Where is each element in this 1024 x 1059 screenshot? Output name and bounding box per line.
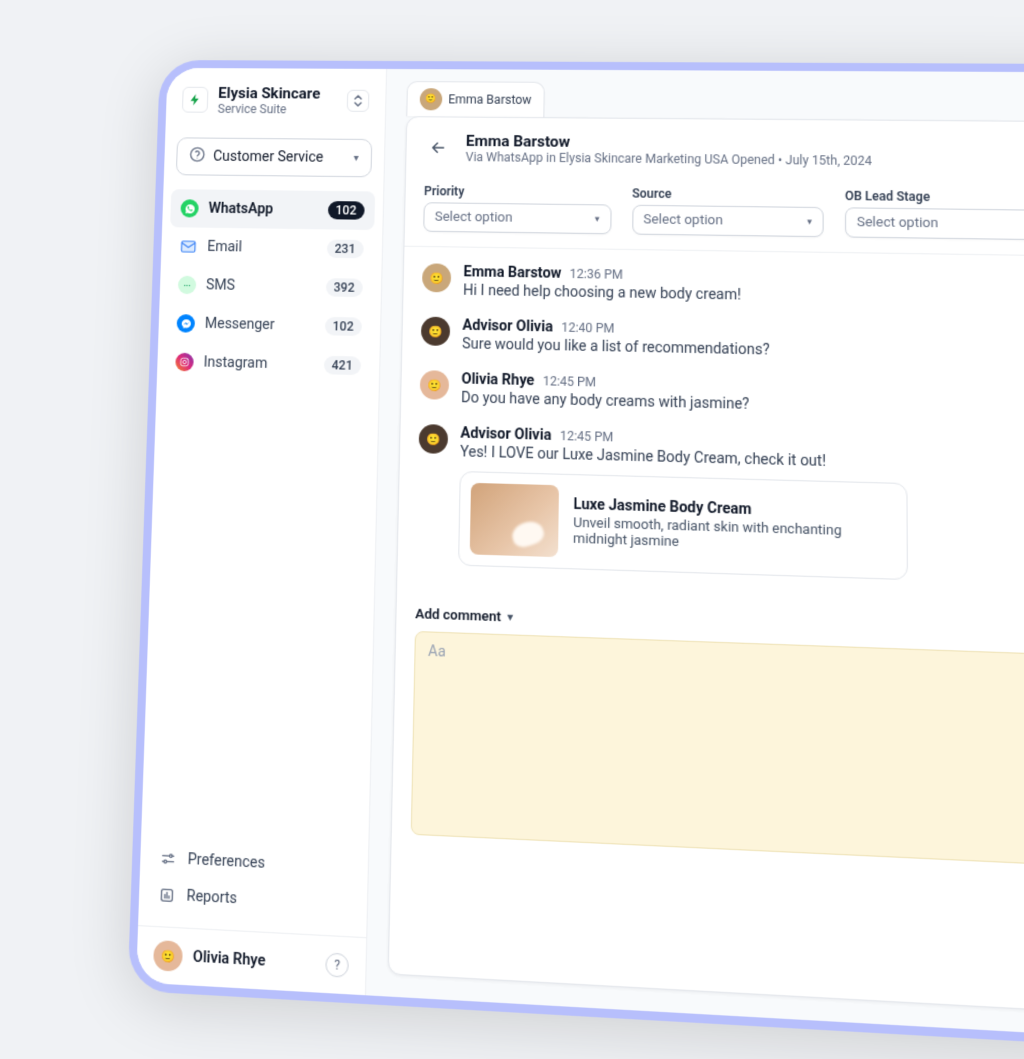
message-author: Advisor Olivia <box>460 425 551 444</box>
conversation-panel: Emma Barstow Via WhatsApp in Elysia Skin… <box>388 116 1024 1025</box>
back-button[interactable] <box>425 134 452 161</box>
avatar: 🙂 <box>421 317 450 346</box>
chevron-down-icon: ▾ <box>807 217 812 227</box>
sidebar-bottom: Preferences Reports <box>138 833 368 937</box>
select-placeholder: Select option <box>643 212 723 229</box>
chevron-down-icon: ▾ <box>353 152 358 163</box>
count-badge: 102 <box>324 317 362 336</box>
help-button[interactable]: ? <box>325 952 349 977</box>
message-author: Olivia Rhye <box>461 371 534 389</box>
message: 🙂 Emma Barstow 12:36 PM Hi I need help c… <box>422 263 1024 313</box>
avatar: 🙂 <box>153 940 183 972</box>
main-panel: 🙂 Emma Barstow Emma Barstow Via WhatsApp… <box>366 69 1024 1049</box>
workspace-label: Customer Service <box>213 149 346 166</box>
sidebar-item-label: Preferences <box>187 851 265 872</box>
count-badge: 102 <box>327 201 364 220</box>
select-placeholder: Select option <box>435 209 513 225</box>
channel-list: WhatsApp 102 Email 231 ··· SMS 392 <box>157 185 384 390</box>
whatsapp-icon <box>180 199 199 217</box>
filter-label-priority: Priority <box>424 184 611 200</box>
avatar: 🙂 <box>420 370 449 400</box>
message: 🙂 Olivia Rhye 12:45 PM Do you have any b… <box>420 370 1024 425</box>
message-time: 12:45 PM <box>560 429 614 445</box>
sidebar-item-email[interactable]: Email 231 <box>169 227 374 268</box>
tab-bar: 🙂 Emma Barstow <box>386 69 1024 123</box>
avatar: 🙂 <box>420 88 443 110</box>
sidebar-item-label: WhatsApp <box>208 201 317 218</box>
tab-label: Emma Barstow <box>448 92 531 107</box>
current-user-row: 🙂 Olivia Rhye ? <box>136 925 366 995</box>
brand-subtitle: Service Suite <box>217 102 336 117</box>
message-time: 12:40 PM <box>561 320 614 336</box>
sidebar-item-label: Reports <box>186 888 237 908</box>
sms-icon: ··· <box>178 276 197 295</box>
messenger-icon <box>176 314 195 333</box>
message: 🙂 Advisor Olivia 12:40 PM Sure would you… <box>421 317 1024 369</box>
workspace-select[interactable]: Customer Service ▾ <box>176 137 373 177</box>
priority-select[interactable]: Select option ▾ <box>423 202 611 234</box>
product-description: Unveil smooth, radiant skin with enchant… <box>573 515 896 557</box>
sidebar-item-label: SMS <box>206 277 316 295</box>
sidebar-item-label: Messenger <box>205 316 315 334</box>
tab-conversation[interactable]: 🙂 Emma Barstow <box>406 81 545 117</box>
count-badge: 392 <box>325 278 363 297</box>
sidebar: Elysia Skincare Service Suite Customer S… <box>136 68 387 995</box>
avatar: 🙂 <box>419 424 449 454</box>
sidebar-item-label: Instagram <box>203 354 313 373</box>
message-author: Emma Barstow <box>463 264 561 282</box>
brand-block: Elysia Skincare Service Suite <box>166 68 387 129</box>
email-icon <box>179 237 198 255</box>
sidebar-item-whatsapp[interactable]: WhatsApp 102 <box>170 189 375 230</box>
device-frame: Elysia Skincare Service Suite Customer S… <box>128 60 1024 1059</box>
product-image <box>470 483 559 557</box>
instagram-icon <box>175 353 194 372</box>
composer: Add comment ▾ Aa Add in <box>390 591 1024 937</box>
message-time: 12:36 PM <box>570 267 623 282</box>
message-time: 12:45 PM <box>543 374 597 390</box>
chevron-down-icon: ▾ <box>507 612 512 624</box>
count-badge: 421 <box>323 356 361 375</box>
sidebar-item-sms[interactable]: ··· SMS 392 <box>167 265 373 307</box>
ob-stage-select[interactable]: Select option ▾ <box>845 207 1024 240</box>
message-author: Advisor Olivia <box>462 317 553 335</box>
source-select[interactable]: Select option ▾ <box>632 205 824 237</box>
sidebar-item-instagram[interactable]: Instagram 421 <box>165 342 372 385</box>
brand-logo-icon <box>182 87 209 113</box>
message: 🙂 Advisor Olivia 12:45 PM Yes! I LOVE ou… <box>416 424 1024 592</box>
composer-header-label: Add comment <box>415 607 501 626</box>
sliders-icon <box>159 849 178 869</box>
brand-switcher-button[interactable] <box>347 90 370 112</box>
current-user-name: Olivia Rhye <box>193 949 316 973</box>
select-placeholder: Select option <box>857 215 939 232</box>
message-thread: 🙂 Emma Barstow 12:36 PM Hi I need help c… <box>397 247 1024 622</box>
product-card[interactable]: Luxe Jasmine Body Cream Unveil smooth, r… <box>458 471 908 580</box>
question-icon <box>189 146 206 166</box>
sidebar-item-messenger[interactable]: Messenger 102 <box>166 304 372 347</box>
panel-header: Emma Barstow Via WhatsApp in Elysia Skin… <box>406 117 1024 187</box>
app-screen: Elysia Skincare Service Suite Customer S… <box>136 68 1024 1050</box>
reports-icon <box>157 885 176 905</box>
chevron-down-icon: ▾ <box>595 214 600 224</box>
filter-label-source: Source <box>632 186 824 203</box>
sidebar-item-label: Email <box>207 239 317 257</box>
count-badge: 231 <box>326 239 363 258</box>
brand-name: Elysia Skincare <box>218 84 337 103</box>
filter-label-ob-stage: OB Lead Stage <box>845 189 1024 206</box>
avatar: 🙂 <box>422 263 451 292</box>
